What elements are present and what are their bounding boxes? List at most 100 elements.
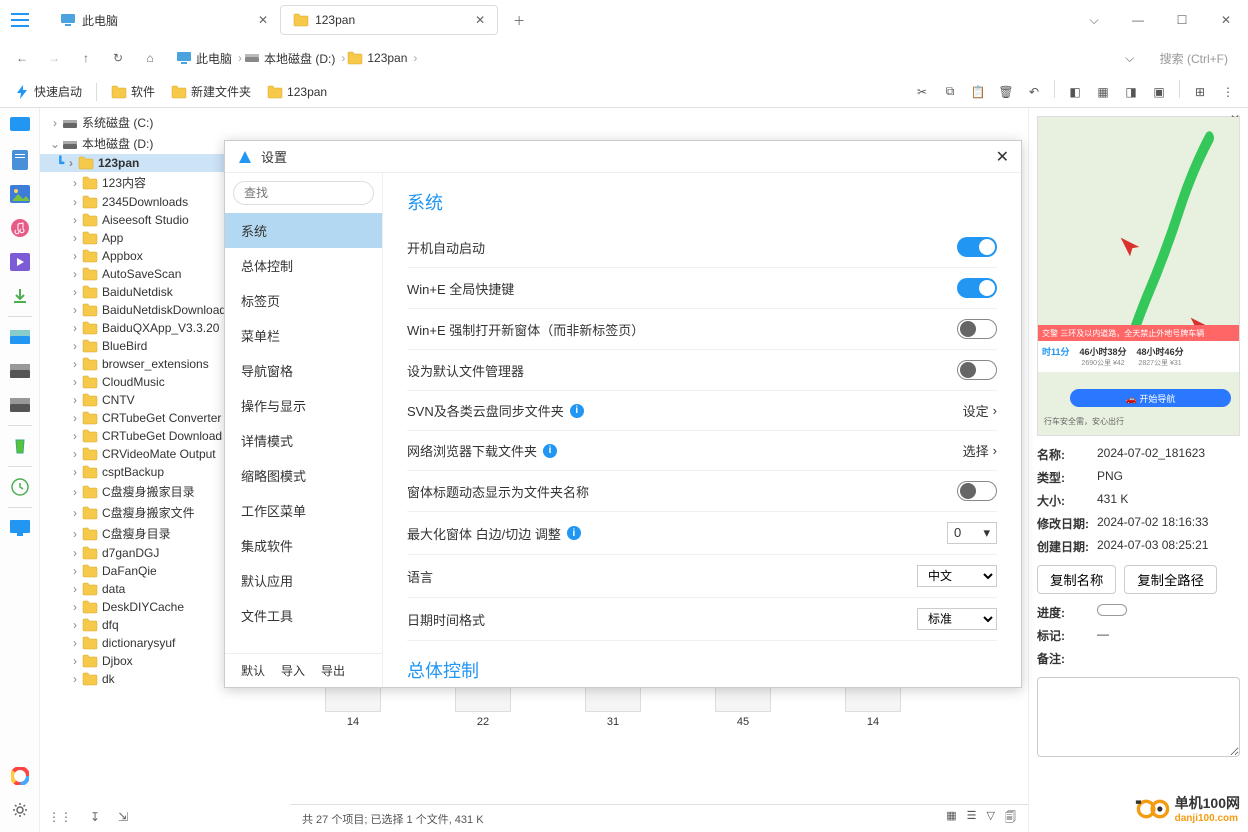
panel-max-icon[interactable]: ▣ bbox=[1147, 80, 1171, 104]
minimize-button[interactable]: — bbox=[1116, 0, 1160, 40]
close-button[interactable]: ✕ bbox=[1204, 0, 1248, 40]
rail-drive-icon[interactable] bbox=[6, 391, 34, 419]
setting-action[interactable]: 设定 › bbox=[963, 401, 997, 420]
settings-nav-item[interactable]: 默认应用 bbox=[225, 563, 382, 598]
close-icon[interactable]: ✕ bbox=[258, 13, 268, 27]
toggle-switch[interactable] bbox=[957, 319, 997, 339]
back-button[interactable]: ← bbox=[8, 44, 36, 72]
up-button[interactable]: ↑ bbox=[72, 44, 100, 72]
footer-import[interactable]: 导入 bbox=[281, 662, 305, 679]
rail-doc-icon[interactable] bbox=[6, 146, 34, 174]
rail-color-icon[interactable] bbox=[6, 762, 34, 790]
filter-icon[interactable]: ▽ bbox=[987, 809, 995, 828]
rail-drive-icon[interactable] bbox=[6, 323, 34, 351]
rail-recycle-icon[interactable] bbox=[6, 432, 34, 460]
hamburger-menu[interactable] bbox=[0, 0, 40, 40]
settings-nav-item[interactable]: 缩略图模式 bbox=[225, 458, 382, 493]
settings-nav-item[interactable]: 导航窗格 bbox=[225, 353, 382, 388]
number-spinner[interactable]: 0▾ bbox=[947, 522, 997, 544]
prop-mod: 2024-07-02 18:16:33 bbox=[1097, 515, 1208, 532]
toggle-switch[interactable] bbox=[957, 481, 997, 501]
view-grid-icon[interactable]: ▦ bbox=[946, 809, 956, 828]
clipboard-icon[interactable]: 🗐 bbox=[1005, 809, 1016, 828]
footer-default[interactable]: 默认 bbox=[241, 662, 265, 679]
tab-label: 123pan bbox=[315, 13, 355, 27]
home-button[interactable]: ⌂ bbox=[136, 44, 164, 72]
tree-unknown-icon[interactable]: ⋮⋮ bbox=[48, 810, 72, 824]
refresh-button[interactable]: ↻ bbox=[104, 44, 132, 72]
settings-nav-item[interactable]: 菜单栏 bbox=[225, 318, 382, 353]
delete-icon[interactable]: 🗑 bbox=[994, 80, 1018, 104]
new-tab-button[interactable]: ＋ bbox=[506, 7, 532, 33]
cut-icon[interactable]: ✂ bbox=[910, 80, 934, 104]
settings-nav-item[interactable]: 集成软件 bbox=[225, 528, 382, 563]
copy-name-button[interactable]: 复制名称 bbox=[1037, 565, 1116, 594]
dropdown-icon[interactable]: ⌵ bbox=[1072, 0, 1116, 40]
progress-pill[interactable] bbox=[1097, 604, 1127, 616]
select-dropdown[interactable]: 中文 bbox=[917, 565, 997, 587]
prop-mark: — bbox=[1097, 627, 1109, 644]
rail-clock-icon[interactable] bbox=[6, 473, 34, 501]
tree-expand-icon[interactable]: ⇲ bbox=[118, 810, 128, 824]
toggle-switch[interactable] bbox=[957, 278, 997, 298]
bc-item[interactable]: 本地磁盘 (D:) bbox=[260, 48, 339, 69]
note-input[interactable] bbox=[1037, 677, 1240, 757]
ql-folder[interactable]: 123pan bbox=[261, 83, 333, 101]
select-dropdown[interactable]: 标准 bbox=[917, 608, 997, 630]
rail-download-icon[interactable] bbox=[6, 282, 34, 310]
paste-icon[interactable]: 📋 bbox=[966, 80, 990, 104]
tree-drive[interactable]: ›系统磁盘 (C:) bbox=[40, 112, 290, 133]
more-icon[interactable]: ⋮ bbox=[1216, 80, 1240, 104]
panel-split-icon[interactable]: ▦ bbox=[1091, 80, 1115, 104]
tab-this-pc[interactable]: 此电脑 ✕ bbox=[48, 5, 280, 35]
rail-screen-icon[interactable] bbox=[6, 514, 34, 542]
settings-nav-item[interactable]: 文件工具 bbox=[225, 598, 382, 633]
undo-icon[interactable]: ↶ bbox=[1022, 80, 1046, 104]
close-icon[interactable]: ✕ bbox=[475, 13, 485, 27]
info-icon[interactable]: i bbox=[567, 526, 581, 540]
tree-collapse-icon[interactable]: ↧ bbox=[90, 810, 100, 824]
breadcrumb[interactable]: 此电脑 › 本地磁盘 (D:) › 123pan › bbox=[176, 48, 1112, 69]
settings-nav-item[interactable]: 工作区菜单 bbox=[225, 493, 382, 528]
search-input[interactable]: 搜索 (Ctrl+F) bbox=[1148, 46, 1240, 71]
quicklaunch-label[interactable]: 快速启动 bbox=[8, 81, 88, 102]
rail-picture-icon[interactable] bbox=[6, 180, 34, 208]
toggle-switch[interactable] bbox=[957, 237, 997, 257]
forward-button[interactable]: → bbox=[40, 44, 68, 72]
info-icon[interactable]: i bbox=[543, 444, 557, 458]
apps-icon[interactable]: ⊞ bbox=[1188, 80, 1212, 104]
bc-item[interactable]: 此电脑 bbox=[192, 48, 236, 69]
rail-music-icon[interactable] bbox=[6, 214, 34, 242]
settings-nav-item[interactable]: 系统 bbox=[225, 213, 382, 248]
panel-left-icon[interactable]: ◧ bbox=[1063, 80, 1087, 104]
panel-right-icon[interactable]: ◨ bbox=[1119, 80, 1143, 104]
ql-folder[interactable]: 新建文件夹 bbox=[165, 81, 257, 102]
bc-item[interactable]: 123pan bbox=[363, 49, 411, 67]
setting-action[interactable]: 选择 › bbox=[963, 441, 997, 460]
view-list-icon[interactable]: ☰ bbox=[967, 809, 977, 828]
info-icon[interactable]: i bbox=[570, 404, 584, 418]
footer-export[interactable]: 导出 bbox=[321, 662, 345, 679]
rail-settings-icon[interactable] bbox=[6, 796, 34, 824]
map-foot: 行车安全需，安心出行 bbox=[1044, 416, 1124, 427]
dialog-title: 设置 bbox=[261, 147, 287, 166]
setting-row: 语言中文 bbox=[407, 555, 997, 598]
pc-icon bbox=[176, 50, 192, 66]
copy-icon[interactable]: ⧉ bbox=[938, 80, 962, 104]
rail-video-icon[interactable] bbox=[6, 248, 34, 276]
rail-desktop-icon[interactable] bbox=[6, 112, 34, 140]
settings-search-input[interactable] bbox=[233, 181, 374, 205]
maximize-button[interactable]: ☐ bbox=[1160, 0, 1204, 40]
copy-path-button[interactable]: 复制全路径 bbox=[1124, 565, 1217, 594]
setting-row: 开机自动启动 bbox=[407, 227, 997, 268]
chevron-down-icon[interactable]: ⌵ bbox=[1116, 44, 1144, 72]
dialog-close-button[interactable]: ✕ bbox=[996, 147, 1009, 167]
rail-drive-icon[interactable] bbox=[6, 357, 34, 385]
toggle-switch[interactable] bbox=[957, 360, 997, 380]
ql-folder[interactable]: 软件 bbox=[105, 81, 161, 102]
settings-nav-item[interactable]: 标签页 bbox=[225, 283, 382, 318]
settings-nav-item[interactable]: 详情模式 bbox=[225, 423, 382, 458]
settings-nav-item[interactable]: 总体控制 bbox=[225, 248, 382, 283]
tab-123pan[interactable]: 123pan ✕ bbox=[280, 5, 498, 35]
settings-nav-item[interactable]: 操作与显示 bbox=[225, 388, 382, 423]
